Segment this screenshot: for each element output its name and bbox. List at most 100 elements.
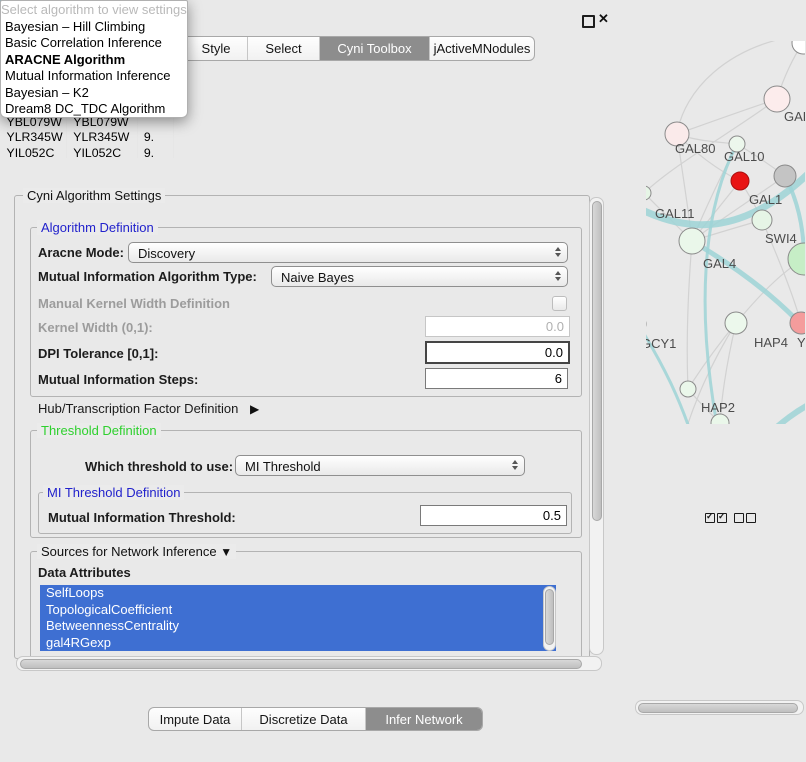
network-node[interactable]: [711, 414, 729, 424]
manual-kernel-label: Manual Kernel Width Definition: [38, 296, 230, 311]
combo-spinner-icon: [555, 247, 561, 257]
node-label: GAL4: [703, 256, 736, 271]
node-label: GAL11: [655, 206, 695, 221]
tab-style[interactable]: Style: [184, 37, 247, 60]
select-all-checkbox-icon[interactable]: [705, 513, 715, 523]
algorithm-option[interactable]: Dream8 DC_TDC Algorithm: [1, 101, 187, 117]
attribute-list-scrollbar[interactable]: [543, 586, 556, 651]
manual-kernel-checkbox[interactable]: [552, 296, 567, 311]
table-cell: YIL052C: [67, 145, 138, 158]
tab-impute-data[interactable]: Impute Data: [149, 708, 241, 731]
network-edge: [677, 99, 777, 134]
aracne-mode-value: Discovery: [138, 246, 195, 261]
node-label: GAL80: [675, 141, 715, 156]
hub-expander[interactable]: Hub/Transcription Factor Definition ▶: [38, 401, 259, 416]
attribute-item-selected[interactable]: TopologicalCoefficient: [40, 602, 556, 619]
table-cell: YIL052C: [1, 145, 67, 158]
which-threshold-value: MI Threshold: [245, 459, 321, 474]
aracne-mode-label: Aracne Mode:: [38, 245, 124, 260]
mi-steps-label: Mutual Information Steps:: [38, 372, 198, 387]
table-cell: YLR345W: [1, 130, 67, 145]
mi-type-value: Naive Bayes: [281, 270, 354, 285]
threshold-definition-title: Threshold Definition: [37, 423, 161, 438]
table-cell: 9.: [137, 130, 173, 145]
sources-group-title[interactable]: Sources for Network Inference ▼: [37, 544, 236, 559]
table-row[interactable]: YLR345WYLR345W9.: [1, 130, 174, 145]
algorithm-option[interactable]: Mutual Information Inference: [1, 68, 187, 84]
sources-title-text: Sources for Network Inference: [41, 544, 217, 559]
mi-threshold-label: Mutual Information Threshold:: [48, 510, 236, 525]
which-threshold-combo[interactable]: MI Threshold: [235, 455, 525, 476]
algorithm-dropdown-popup: Select algorithm to view settings Bayesi…: [0, 0, 188, 118]
table-row[interactable]: YIL052CYIL052C9.: [1, 145, 174, 158]
deselect-all-checkbox-icon[interactable]: [734, 513, 744, 523]
deselect-all-checkbox-icon[interactable]: [746, 513, 756, 523]
tab-label: Style: [202, 37, 231, 60]
aracne-mode-combo[interactable]: Discovery: [128, 242, 568, 263]
mi-threshold-field[interactable]: 0.5: [420, 505, 567, 526]
tab-cyni-toolbox[interactable]: Cyni Toolbox: [319, 37, 429, 60]
table-horizontal-scrollbar[interactable]: [635, 700, 804, 715]
combo-spinner-icon: [512, 460, 518, 470]
tab-jactivemnodules[interactable]: jActiveMNodules: [429, 37, 534, 60]
select-all-checkbox-icon[interactable]: [717, 513, 727, 523]
dpi-tolerance-field[interactable]: 0.0: [425, 341, 570, 364]
network-edge: [687, 241, 692, 389]
mi-threshold-group-title: MI Threshold Definition: [43, 485, 184, 500]
tab-label: Discretize Data: [259, 708, 347, 731]
network-node[interactable]: [731, 172, 749, 190]
network-node[interactable]: [792, 41, 805, 54]
algorithm-popup-prompt: Select algorithm to view settings: [1, 1, 187, 19]
node-label: SWI4: [765, 231, 797, 246]
cyni-settings-group-title: Cyni Algorithm Settings: [23, 188, 165, 203]
dpi-tolerance-label: DPI Tolerance [0,1]:: [38, 346, 158, 361]
network-node[interactable]: [788, 243, 805, 275]
which-threshold-label: Which threshold to use:: [85, 459, 233, 474]
mi-type-label: Mutual Information Algorithm Type:: [38, 269, 257, 284]
combo-spinner-icon: [555, 271, 561, 281]
algorithm-definition-title: Algorithm Definition: [37, 220, 158, 235]
algorithm-option[interactable]: Bayesian – K2: [1, 85, 187, 101]
settings-horizontal-scrollbar[interactable]: [16, 656, 602, 671]
kernel-width-label: Kernel Width (0,1):: [38, 320, 153, 335]
algorithm-option[interactable]: Bayesian – Hill Climbing: [1, 19, 187, 35]
table-cell: YLR345W: [67, 130, 138, 145]
node-label: HAP2: [701, 400, 735, 415]
network-node[interactable]: [725, 312, 747, 334]
attribute-item-selected[interactable]: BetweennessCentrality: [40, 618, 556, 635]
tab-label: Cyni Toolbox: [337, 37, 411, 60]
table-cell: 9.: [137, 145, 173, 158]
close-icon[interactable]: ✕: [598, 11, 609, 27]
kernel-width-field[interactable]: 0.0: [425, 316, 570, 337]
tab-select[interactable]: Select: [247, 37, 319, 60]
tab-label: Infer Network: [385, 708, 462, 731]
node-label: HAP4: [754, 335, 788, 350]
network-node[interactable]: [680, 381, 696, 397]
mi-steps-field[interactable]: 6: [425, 368, 568, 389]
node-label: GAL10: [724, 149, 764, 164]
network-node[interactable]: [774, 165, 796, 187]
network-canvas[interactable]: GALGAL80GAL10GAL1GAL11SWI4GAL4GCY1HAP4YH…: [646, 41, 805, 424]
tab-infer-network[interactable]: Infer Network: [365, 708, 482, 731]
algorithm-option[interactable]: ARACNE Algorithm: [1, 52, 187, 68]
attribute-item-selected[interactable]: gal4RGexp: [40, 635, 556, 652]
float-window-icon[interactable]: [582, 15, 595, 28]
settings-vertical-scrollbar[interactable]: [589, 197, 604, 655]
tab-label: Select: [265, 37, 301, 60]
tab-label: jActiveMNodules: [434, 37, 531, 60]
node-label: GCY1: [646, 336, 676, 351]
cyni-bottom-tabbar: Impute Data Discretize Data Infer Network: [148, 707, 483, 731]
attribute-item-selected[interactable]: SelfLoops: [40, 585, 556, 602]
expander-right-icon: ▶: [250, 402, 259, 416]
algorithm-option[interactable]: Basic Correlation Inference: [1, 35, 187, 51]
network-node[interactable]: [752, 210, 772, 230]
network-node[interactable]: [679, 228, 705, 254]
network-edge-thick: [738, 393, 805, 424]
data-attributes-label: Data Attributes: [38, 565, 131, 580]
node-label: GAL: [784, 109, 805, 124]
app-canvas: Control Panel ✕ NetworkStyleSelectCyni T…: [0, 0, 806, 762]
mi-type-combo[interactable]: Naive Bayes: [271, 266, 568, 287]
node-label: GAL1: [749, 192, 782, 207]
tab-discretize-data[interactable]: Discretize Data: [241, 708, 365, 731]
tab-label: Impute Data: [160, 708, 231, 731]
